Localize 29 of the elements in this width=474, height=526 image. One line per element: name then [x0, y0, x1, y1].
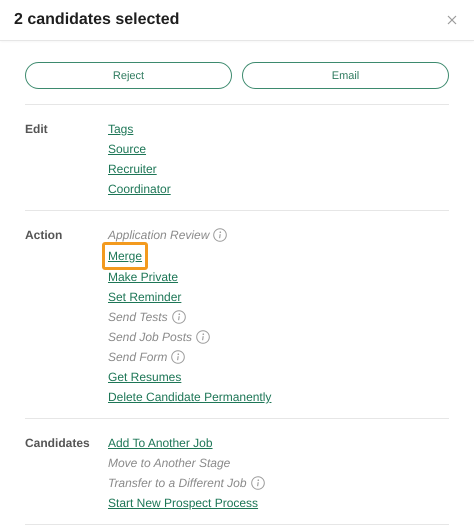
disabled-action: Send Tests — [108, 310, 168, 324]
info-icon[interactable] — [196, 330, 210, 344]
disabled-action: Send Job Posts — [108, 330, 192, 344]
disabled-action: Move to Another Stage — [108, 456, 230, 470]
action-link[interactable]: Recruiter — [108, 162, 157, 176]
action-link[interactable]: Coordinator — [108, 182, 171, 196]
section-label: Action — [25, 227, 64, 244]
disabled-action: Application Review — [108, 228, 210, 242]
action-link[interactable]: Tags — [108, 122, 134, 136]
disabled-action: Transfer to a Different Job — [108, 476, 247, 490]
section-label: Candidates — [25, 435, 91, 452]
action-link[interactable]: Set Reminder — [108, 290, 182, 304]
disabled-action: Send Form — [108, 350, 168, 364]
info-icon[interactable] — [171, 350, 186, 364]
action-button[interactable]: Email — [242, 62, 449, 89]
close-icon[interactable] — [447, 15, 457, 25]
info-icon[interactable] — [213, 228, 228, 242]
info-icon[interactable] — [250, 476, 265, 490]
action-link[interactable]: Get Resumes — [108, 370, 182, 384]
action-link[interactable]: Add To Another Job — [108, 436, 213, 450]
action-link[interactable]: Make Private — [108, 270, 178, 284]
action-link[interactable]: Delete Candidate Permanently — [108, 390, 272, 404]
action-link[interactable]: Start New Prospect Process — [108, 496, 258, 510]
action-link[interactable]: Source — [108, 142, 146, 156]
dialog-title: 2 candidates selected — [14, 11, 180, 29]
action-button[interactable]: Reject — [25, 62, 232, 89]
action-link[interactable]: Merge — [108, 249, 142, 263]
section-label: Edit — [25, 121, 49, 138]
info-icon[interactable] — [172, 310, 186, 324]
